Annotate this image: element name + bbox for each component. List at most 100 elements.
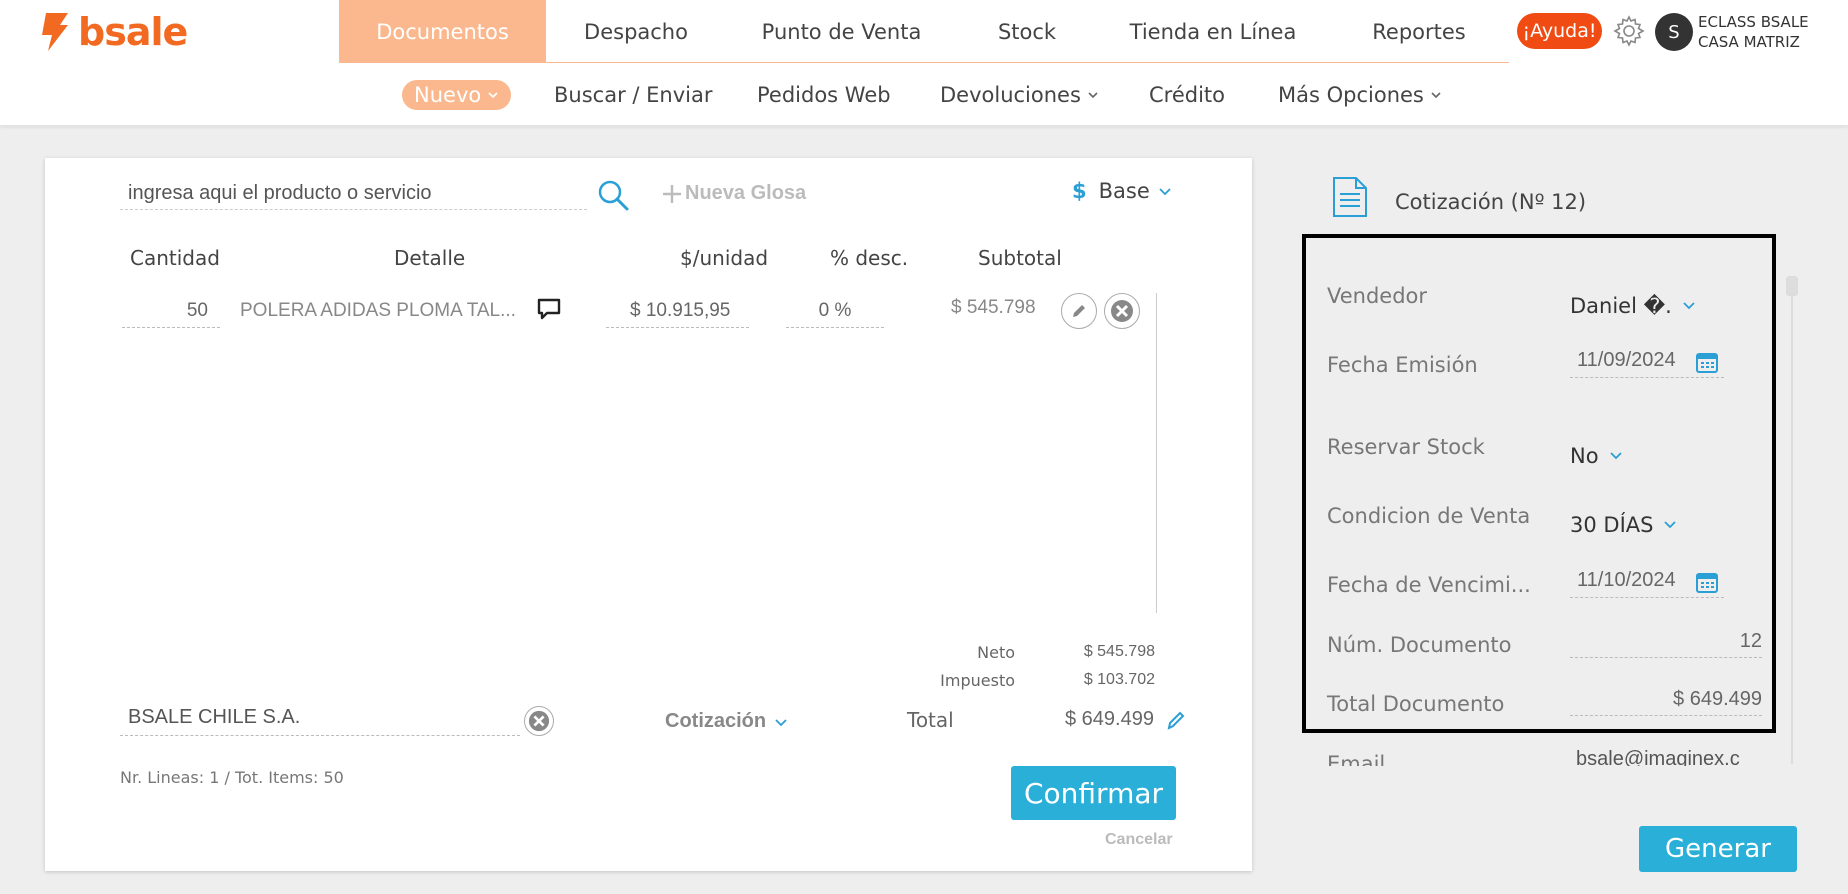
- quantity-input[interactable]: [122, 294, 220, 328]
- vendedor-select[interactable]: Daniel �.: [1570, 294, 1696, 318]
- bsale-logo-icon: [42, 13, 68, 51]
- side-scrollbar[interactable]: [1791, 276, 1793, 764]
- nav-reportes[interactable]: Reportes: [1329, 0, 1509, 63]
- gear-icon[interactable]: [1612, 14, 1646, 48]
- calendar-icon[interactable]: [1695, 350, 1719, 374]
- condicion-venta-select[interactable]: 30 DÍAS: [1570, 513, 1677, 537]
- close-icon: [1111, 300, 1133, 322]
- subnav-credito[interactable]: Crédito: [1149, 80, 1225, 110]
- dollar-icon: $: [1072, 179, 1087, 203]
- help-button[interactable]: ¡Ayuda!: [1517, 13, 1602, 49]
- chevron-down-icon: [1088, 92, 1098, 99]
- impuesto-value: $ 103.702: [1083, 671, 1155, 688]
- generate-button[interactable]: Generar: [1639, 826, 1797, 872]
- subnav-nuevo-label: Nuevo: [414, 83, 482, 107]
- item-detail: POLERA ADIDAS PLOMA TAL...: [240, 300, 516, 321]
- total-value: $ 649.499: [1065, 708, 1154, 730]
- subnav-buscar[interactable]: Buscar / Enviar: [554, 80, 712, 110]
- price-list-select[interactable]: $ Base: [1072, 179, 1172, 203]
- column-cantidad: Cantidad: [130, 246, 220, 270]
- document-type-select[interactable]: Cotización: [665, 710, 788, 733]
- main-nav: Documentos Despacho Punto de Venta Stock…: [339, 0, 1509, 63]
- document-type-value: Cotización: [665, 710, 767, 732]
- chevron-down-icon: [1431, 92, 1441, 99]
- impuesto-label: Impuesto: [940, 671, 1015, 690]
- neto-value: $ 545.798: [1083, 643, 1155, 660]
- chevron-down-icon: [1159, 188, 1171, 196]
- table-divider: [1156, 293, 1157, 613]
- nav-documentos[interactable]: Documentos: [339, 0, 546, 63]
- subnav-devoluciones[interactable]: Devoluciones: [940, 80, 1099, 110]
- num-documento-input[interactable]: 12: [1570, 624, 1762, 658]
- client-input[interactable]: [120, 700, 520, 736]
- total-documento-label: Total Documento: [1327, 692, 1505, 716]
- subnav-pedidos-web[interactable]: Pedidos Web: [757, 80, 891, 110]
- pencil-icon: [1073, 305, 1085, 317]
- side-scrollbar-thumb[interactable]: [1786, 276, 1798, 296]
- company-selector[interactable]: ECLASS BSALE CASA MATRIZ: [1698, 12, 1809, 52]
- delete-row-button[interactable]: [1104, 293, 1140, 329]
- document-icon: [1333, 177, 1367, 217]
- subnav-mas-opciones[interactable]: Más Opciones: [1278, 80, 1442, 110]
- logo-text: bsale: [78, 10, 188, 54]
- fecha-emision-label: Fecha Emisión: [1327, 353, 1478, 377]
- confirm-button[interactable]: Confirmar: [1011, 766, 1176, 820]
- avatar[interactable]: S: [1655, 13, 1693, 51]
- edit-row-button[interactable]: [1061, 293, 1097, 329]
- row-subtotal: $ 545.798: [951, 297, 1036, 318]
- close-icon: [528, 710, 550, 732]
- vendedor-label: Vendedor: [1327, 284, 1428, 308]
- top-bar: bsale Documentos Despacho Punto de Venta…: [0, 0, 1848, 64]
- num-documento-label: Núm. Documento: [1327, 633, 1512, 657]
- pencil-icon[interactable]: [1164, 708, 1188, 732]
- bsale-logo[interactable]: bsale: [38, 10, 188, 54]
- subnav-mas-opciones-label: Más Opciones: [1278, 83, 1424, 107]
- condicion-venta-value: 30 DÍAS: [1570, 513, 1654, 537]
- column-desc: % desc.: [830, 246, 909, 270]
- vendedor-value: Daniel �.: [1570, 294, 1672, 318]
- subnav-nuevo[interactable]: Nuevo: [402, 80, 512, 110]
- chevron-down-icon: [1664, 521, 1677, 529]
- nav-stock[interactable]: Stock: [957, 0, 1097, 63]
- chevron-down-icon: [1683, 302, 1695, 310]
- reservar-stock-select[interactable]: No: [1570, 444, 1623, 468]
- search-icon[interactable]: [596, 178, 630, 212]
- fecha-vencimiento-label: Fecha de Vencimi...: [1327, 573, 1531, 597]
- branch-name: CASA MATRIZ: [1698, 33, 1800, 51]
- clear-client-button[interactable]: [524, 706, 554, 736]
- calendar-icon[interactable]: [1695, 570, 1719, 594]
- nueva-glosa-label: Nueva Glosa: [685, 182, 807, 204]
- reservar-stock-label: Reservar Stock: [1327, 435, 1485, 459]
- plus-icon: [663, 184, 681, 203]
- condicion-venta-label: Condicion de Venta: [1327, 504, 1531, 528]
- column-unidad: $/unidad: [680, 246, 769, 270]
- price-list-value: Base: [1098, 179, 1150, 203]
- nav-despacho[interactable]: Despacho: [546, 0, 726, 63]
- reservar-stock-value: No: [1570, 444, 1599, 468]
- column-detalle: Detalle: [394, 246, 466, 270]
- company-name: ECLASS BSALE: [1698, 13, 1809, 31]
- chevron-down-icon: [1609, 452, 1622, 460]
- email-label: Email: [1327, 752, 1386, 766]
- nav-punto-de-venta[interactable]: Punto de Venta: [726, 0, 957, 63]
- document-details-box: [1302, 234, 1776, 733]
- chevron-down-icon: [775, 718, 787, 726]
- sub-nav: Nuevo Buscar / Enviar Pedidos Web Devolu…: [0, 63, 1848, 126]
- document-editor: Nueva Glosa $ Base Cantidad Detalle $/un…: [45, 158, 1252, 871]
- chevron-down-icon: [488, 92, 498, 99]
- nav-tienda-en-linea[interactable]: Tienda en Línea: [1097, 0, 1329, 63]
- product-search-input[interactable]: [120, 178, 587, 210]
- document-title: Cotización (Nº 12): [1395, 190, 1587, 214]
- cancel-link[interactable]: Cancelar: [1105, 831, 1173, 849]
- nueva-glosa-button[interactable]: Nueva Glosa: [661, 182, 806, 205]
- lines-summary: Nr. Lineas: 1 / Tot. Items: 50: [120, 768, 344, 787]
- column-subtotal: Subtotal: [978, 246, 1062, 270]
- unit-price-input[interactable]: [606, 294, 749, 328]
- comment-icon[interactable]: [536, 296, 562, 322]
- total-label: Total: [907, 708, 954, 732]
- total-documento-value: $ 649.499: [1570, 682, 1762, 716]
- email-value[interactable]: bsale@imaginex.c: [1576, 748, 1748, 766]
- discount-input[interactable]: [786, 294, 884, 328]
- subnav-devoluciones-label: Devoluciones: [940, 83, 1081, 107]
- neto-label: Neto: [977, 643, 1015, 662]
